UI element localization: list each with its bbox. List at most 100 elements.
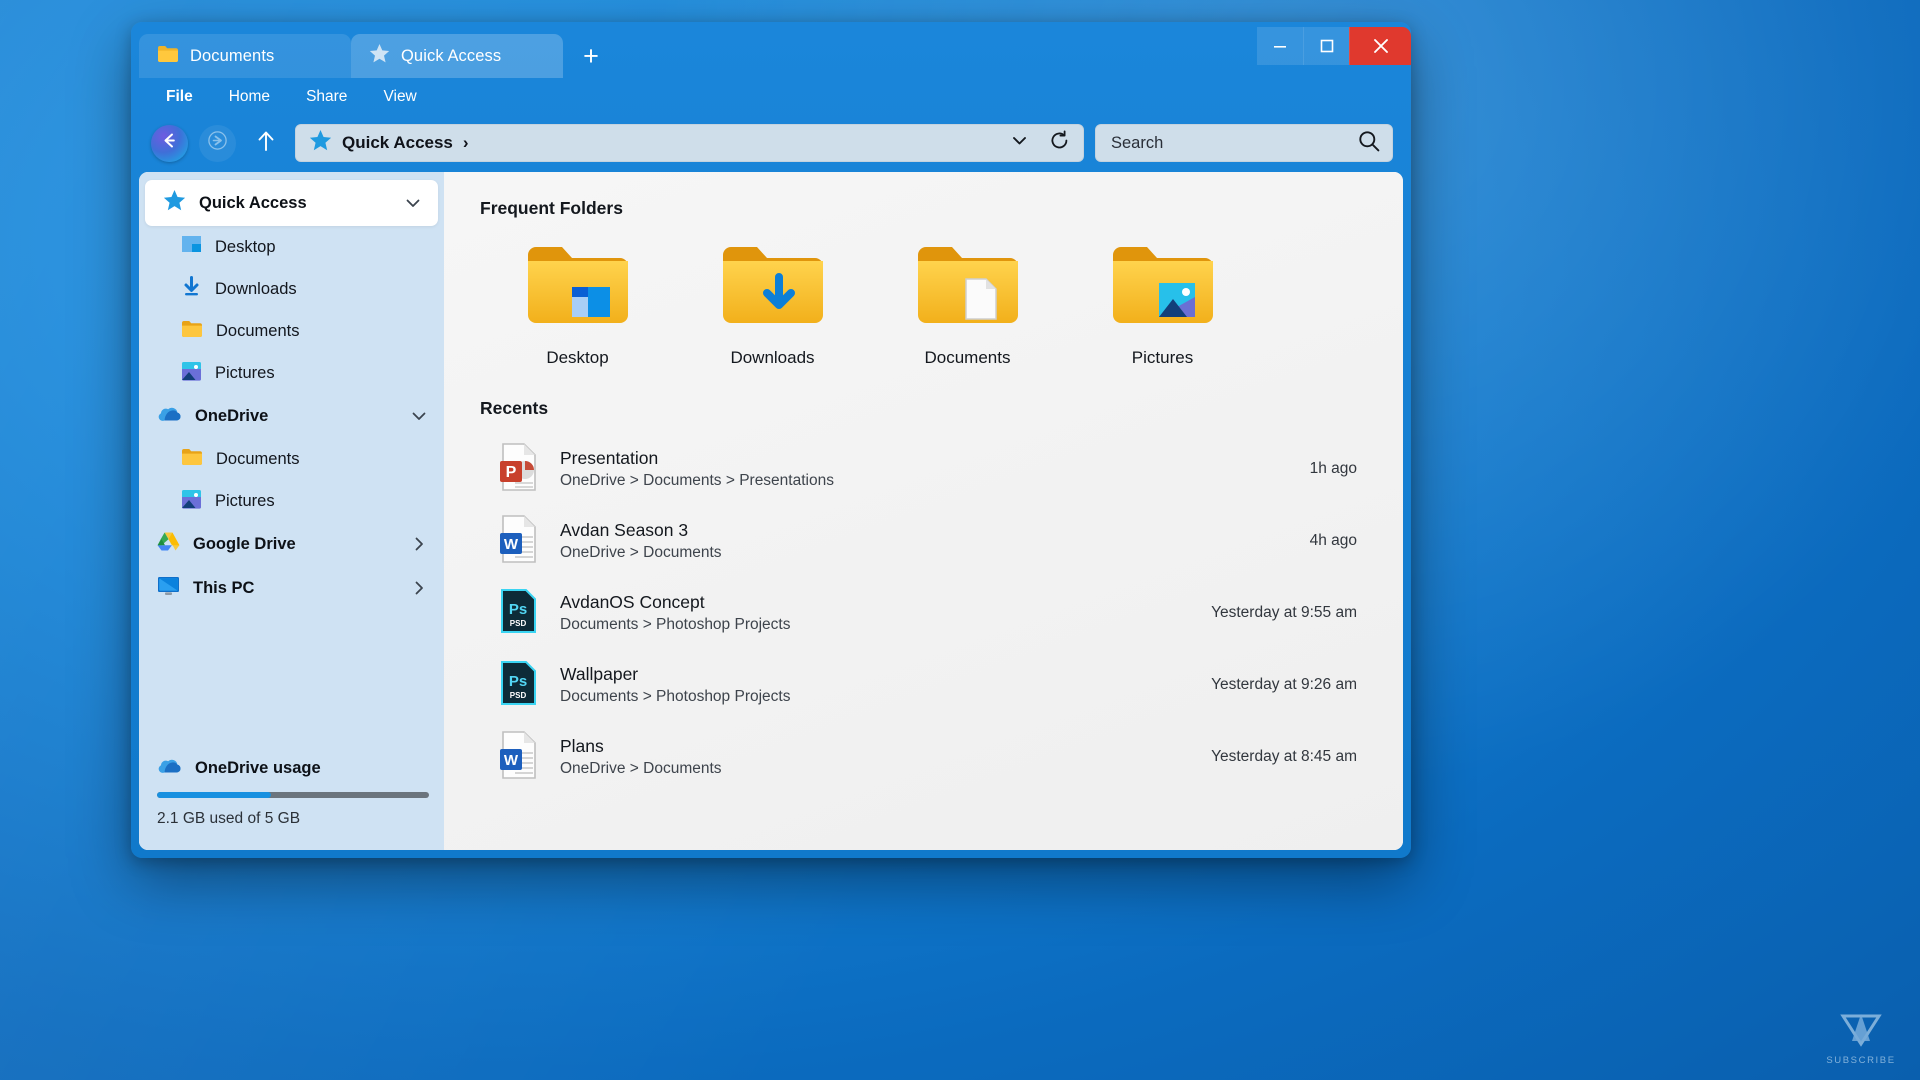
- svg-text:Ps: Ps: [509, 601, 527, 618]
- folder-card-documents[interactable]: Documents: [870, 241, 1065, 368]
- frequent-folders-title: Frequent Folders: [480, 198, 623, 218]
- photoshop-file-icon: Ps PSD: [498, 658, 540, 713]
- recent-item-texts: Avdan Season 3 OneDrive > Documents: [560, 520, 1290, 562]
- folder-card-desktop[interactable]: Desktop: [480, 241, 675, 368]
- sidebar-item-label: Documents: [216, 449, 300, 468]
- search-input[interactable]: Search: [1111, 134, 1163, 153]
- chevron-down-icon: [1010, 131, 1029, 155]
- recent-item-name: Presentation: [560, 448, 659, 468]
- sidebar-item-downloads[interactable]: Downloads: [139, 268, 444, 310]
- google-drive-icon: [157, 531, 180, 557]
- back-button[interactable]: [151, 124, 188, 162]
- address-bar-row: Quick Access › Search: [131, 116, 1411, 170]
- folder-card-downloads[interactable]: Downloads: [675, 241, 870, 368]
- sidebar-item-onedrive-documents[interactable]: Documents: [139, 438, 444, 480]
- pictures-icon: [181, 489, 202, 514]
- maximize-button[interactable]: [1303, 27, 1349, 65]
- recent-item-name: AvdanOS Concept: [560, 592, 705, 612]
- sidebar-group-this-pc[interactable]: This PC: [139, 566, 444, 610]
- sidebar-item-onedrive-pictures[interactable]: Pictures: [139, 480, 444, 522]
- recent-item-name: Wallpaper: [560, 664, 639, 684]
- folder-icon: [526, 241, 630, 334]
- menu-item-view[interactable]: View: [370, 84, 429, 110]
- sidebar-group-google-drive[interactable]: Google Drive: [139, 522, 444, 566]
- chevron-down-icon[interactable]: [404, 194, 422, 212]
- sidebar-item-desktop[interactable]: Desktop: [139, 226, 444, 268]
- recent-item-texts: Wallpaper Documents > Photoshop Projects: [560, 664, 1191, 706]
- folder-card-pictures[interactable]: Pictures: [1065, 241, 1260, 368]
- svg-text:PSD: PSD: [510, 691, 527, 700]
- close-icon: [1373, 38, 1389, 54]
- folder-icon: [916, 241, 1020, 334]
- folder-icon: [181, 320, 203, 343]
- search-box[interactable]: Search: [1095, 124, 1393, 162]
- chevron-down-icon[interactable]: [410, 407, 428, 425]
- sidebar-group-quick-access[interactable]: Quick Access: [145, 180, 438, 226]
- back-arrow-icon: [160, 131, 179, 155]
- svg-text:P: P: [506, 464, 517, 481]
- recent-item[interactable]: Ps PSD Wallpaper Documents > Photoshop P…: [480, 649, 1373, 721]
- recent-item-time: Yesterday at 9:55 am: [1211, 604, 1357, 621]
- recent-item[interactable]: W Plans OneDrive > Documents Yesterday a…: [480, 721, 1373, 793]
- recent-item[interactable]: P Presentation OneDrive > Documents > Pr…: [480, 433, 1373, 505]
- navigation-sidebar: Quick Access Desktop Downloads Documents…: [139, 172, 444, 850]
- word-file-icon: W: [498, 514, 540, 569]
- menu-item-file[interactable]: File: [153, 84, 206, 110]
- folder-icon: [181, 448, 203, 471]
- star-icon: [163, 189, 186, 217]
- onedrive-usage-panel: OneDrive usage 2.1 GB used of 5 GB: [139, 757, 444, 850]
- frequent-folders-grid: Desktop Downloads Documents Pictures: [480, 241, 1373, 368]
- sidebar-group-label: Google Drive: [193, 534, 296, 553]
- up-button[interactable]: [247, 125, 284, 162]
- onedrive-usage-header: OneDrive usage: [157, 757, 426, 779]
- menu-item-home[interactable]: Home: [216, 84, 283, 110]
- photoshop-file-icon: Ps PSD: [498, 586, 540, 641]
- sidebar-item-label: Documents: [216, 321, 300, 340]
- recents-title: Recents: [480, 398, 549, 418]
- forward-arrow-icon: [208, 131, 227, 155]
- forward-button[interactable]: [199, 124, 236, 162]
- menu-item-share[interactable]: Share: [293, 84, 360, 110]
- maximize-icon: [1320, 39, 1334, 53]
- subscribe-watermark: SUBSCRIBE: [1824, 1011, 1898, 1066]
- recent-item-time: 4h ago: [1309, 532, 1357, 549]
- recent-item-path: OneDrive > Documents: [560, 760, 722, 777]
- sidebar-item-label: Pictures: [215, 363, 275, 382]
- address-dropdown-button[interactable]: [1004, 128, 1034, 158]
- recent-item[interactable]: W Avdan Season 3 OneDrive > Documents 4h…: [480, 505, 1373, 577]
- recent-item[interactable]: Ps PSD AvdanOS Concept Documents > Photo…: [480, 577, 1373, 649]
- sidebar-item-label: Pictures: [215, 491, 275, 510]
- breadcrumb-separator: ›: [462, 133, 469, 152]
- tab-documents[interactable]: Documents: [139, 34, 351, 78]
- minimize-icon: [1273, 40, 1287, 52]
- address-bar[interactable]: Quick Access ›: [295, 124, 1084, 162]
- recent-item-path: Documents > Photoshop Projects: [560, 688, 791, 705]
- close-button[interactable]: [1349, 27, 1411, 65]
- svg-text:W: W: [504, 752, 519, 769]
- recent-item-texts: Plans OneDrive > Documents: [560, 736, 1191, 778]
- sidebar-group-label: This PC: [193, 578, 255, 597]
- triangle-logo-icon: [1839, 1011, 1883, 1052]
- chevron-right-icon[interactable]: [410, 535, 428, 553]
- sidebar-item-documents[interactable]: Documents: [139, 310, 444, 352]
- sidebar-item-pictures[interactable]: Pictures: [139, 352, 444, 394]
- onedrive-cloud-icon: [157, 757, 182, 779]
- tab-quick-access[interactable]: Quick Access: [351, 34, 563, 78]
- menu-bar: File Home Share View: [131, 78, 1411, 116]
- refresh-icon: [1049, 130, 1070, 156]
- tab-label: Quick Access: [401, 46, 502, 65]
- sidebar-group-onedrive[interactable]: OneDrive: [139, 394, 444, 438]
- chevron-right-icon[interactable]: [410, 579, 428, 597]
- search-icon[interactable]: [1358, 130, 1380, 157]
- breadcrumb-current: Quick Access: [342, 133, 453, 152]
- sidebar-group-label: Quick Access: [199, 193, 307, 212]
- refresh-button[interactable]: [1044, 128, 1074, 158]
- recent-item-path: OneDrive > Documents: [560, 544, 722, 561]
- sidebar-item-label: Desktop: [215, 237, 276, 256]
- onedrive-usage-bar-fill: [157, 792, 272, 798]
- svg-text:PSD: PSD: [510, 619, 527, 628]
- minimize-button[interactable]: [1257, 27, 1303, 65]
- new-tab-button[interactable]: +: [572, 37, 610, 75]
- this-pc-icon: [157, 576, 180, 601]
